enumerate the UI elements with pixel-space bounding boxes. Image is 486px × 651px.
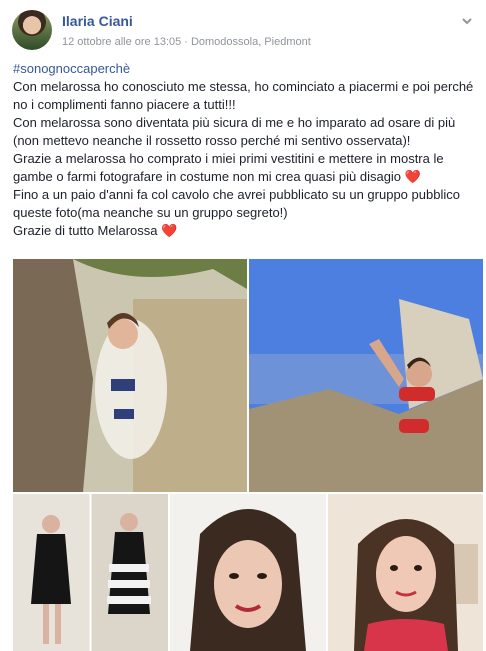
photo-2[interactable] [249,259,483,492]
hashtag-link[interactable]: #sonognoccaperchè [13,61,130,76]
photo-4[interactable] [170,494,326,651]
post-line-2: Con melarossa sono diventata più sicura … [13,115,456,148]
photo-3-scene [13,494,168,651]
photo-2-scene [249,259,483,492]
photo-5[interactable] [328,494,483,651]
meta-separator: · [184,36,188,48]
post-body: #sonognoccaperchè Con melarossa ho conos… [13,60,478,240]
photo-1[interactable] [13,259,247,492]
photo-3[interactable] [13,494,168,651]
post-timestamp[interactable]: 12 ottobre alle ore 13:05 [62,36,181,48]
photo-5-scene [328,494,483,651]
photo-1-scene [13,259,247,492]
post-meta: 12 ottobre alle ore 13:05 · Domodossola, P… [62,36,311,48]
photo-4-scene [170,494,326,651]
heart-icon: ❤️ [404,169,421,184]
chevron-down-icon[interactable] [460,14,474,28]
post-line-3: Grazie a melarossa ho comprato i miei pr… [13,151,444,184]
post-line-5: Grazie di tutto Melarossa [13,223,158,238]
post-header: Ilaria Ciani 12 ottobre alle ore 13:05 · D… [10,8,476,56]
author-name[interactable]: Ilaria Ciani [62,13,133,29]
avatar[interactable] [12,10,52,50]
post-line-4: Fino a un paio d'anni fa col cavolo che … [13,187,460,220]
post-location[interactable]: Domodossola, Piedmont [191,36,311,48]
post-line-1: Con melarossa ho conosciuto me stessa, h… [13,79,474,112]
heart-icon: ❤️ [161,223,178,238]
